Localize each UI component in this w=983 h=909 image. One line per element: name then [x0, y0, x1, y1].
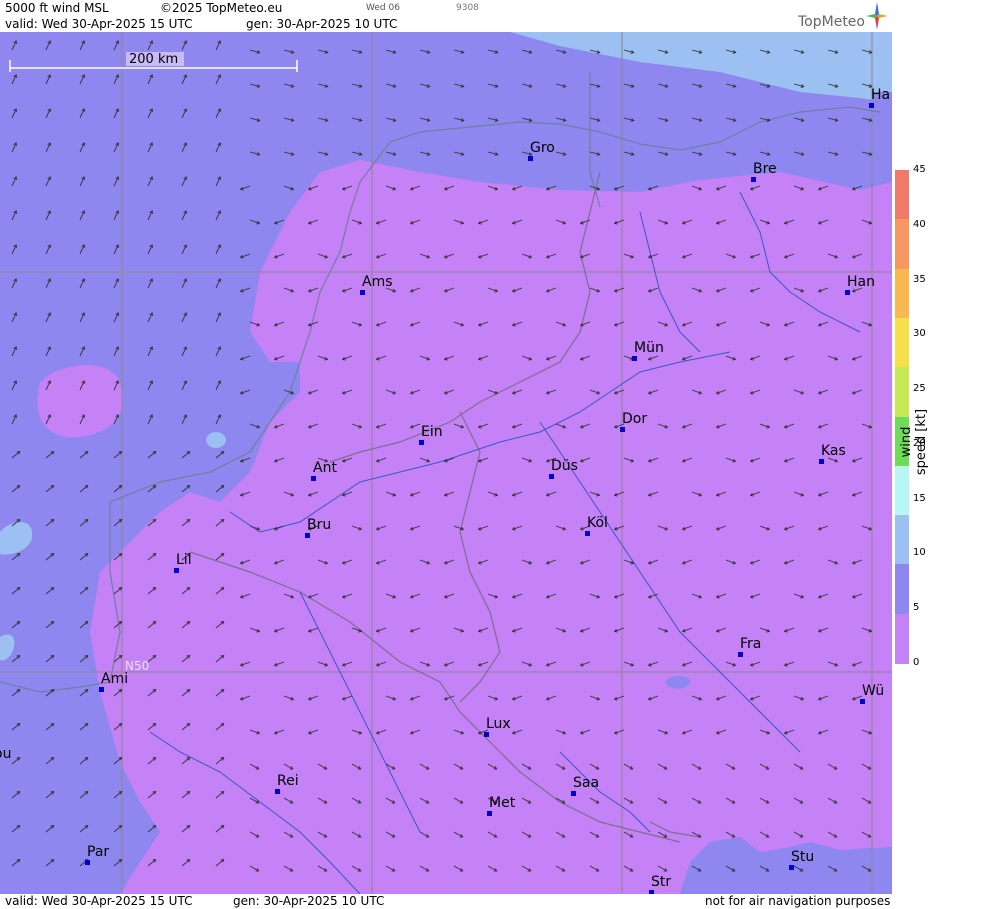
legend-tick-label: 40 [913, 218, 926, 230]
topmeteo-logo-text: TopMeteo [798, 14, 865, 30]
city-label: Wü [862, 683, 885, 699]
legend-unit-label: wind speed [kt] [899, 408, 929, 476]
legend-band [895, 515, 909, 566]
copyright-text: ©2025 TopMeteo.eu [160, 1, 283, 15]
city-dot [305, 533, 310, 538]
city-dot [860, 699, 865, 704]
city-dot [845, 290, 850, 295]
map-footer: valid: Wed 30-Apr-2025 15 UTC gen: 30-Ap… [0, 894, 892, 909]
city-label: Rei [277, 773, 299, 789]
legend-tick-label: 0 [913, 657, 920, 668]
legend-band [895, 564, 909, 615]
legend-band [895, 268, 909, 319]
legend-tick-label: 45 [913, 164, 926, 175]
city-dot [869, 103, 874, 108]
compass-icon [866, 2, 888, 30]
city-dot [819, 459, 824, 464]
generated-time: gen: 30-Apr-2025 10 UTC [246, 17, 398, 31]
city-dot [275, 789, 280, 794]
footer-generated-time: gen: 30-Apr-2025 10 UTC [233, 894, 385, 908]
city-label: Lil [176, 552, 192, 568]
disclaimer-text: not for air navigation purposes [705, 894, 891, 908]
city-label: Mün [634, 340, 664, 356]
city-label: Ami [101, 671, 129, 687]
legend-tick-label: 25 [913, 383, 926, 395]
legend-tick-label: 5 [913, 602, 920, 614]
city-dot [751, 177, 756, 182]
latitude-label: N50 [125, 659, 150, 673]
wind-map[interactable]: 200 km N50 Ha Gro Bre Ams Han Mün Ein Do… [0, 32, 892, 894]
city-dot [360, 290, 365, 295]
city-label: Ein [421, 424, 443, 440]
city-label: Düs [551, 458, 578, 474]
city-label: Fra [740, 636, 762, 652]
legend-tick-label: 35 [913, 273, 926, 285]
city-label: Stu [791, 849, 815, 865]
city-label: Ha [871, 87, 891, 103]
city-dot [789, 865, 794, 870]
city-label: Han [847, 274, 875, 290]
city-label: Bru [307, 517, 332, 533]
city-dot [585, 531, 590, 536]
city-dot [487, 811, 492, 816]
legend-tick-label: 30 [913, 328, 926, 340]
city-label: ou [0, 746, 12, 762]
city-label: Str [651, 874, 672, 890]
legend-band [895, 170, 909, 221]
city-dot [620, 427, 625, 432]
run-day-label: Wed 06 [366, 3, 400, 13]
city-label: Gro [530, 140, 555, 156]
city-dot [571, 791, 576, 796]
map-header: 5000 ft wind MSL ©2025 TopMeteo.eu Wed 0… [0, 0, 892, 32]
legend-tick-label: 15 [913, 492, 926, 504]
city-label: Kas [821, 443, 846, 459]
scale-label: 200 km [129, 52, 179, 67]
city-label: Bre [753, 161, 777, 177]
valid-time: valid: Wed 30-Apr-2025 15 UTC [5, 17, 193, 31]
city-label: Ant [313, 460, 337, 476]
city-dot [632, 356, 637, 361]
product-title: 5000 ft wind MSL [5, 1, 109, 15]
wind-speed-legend: 45 40 35 30 25 20 15 10 5 0 wind speed [kt] [893, 0, 983, 909]
city-label: Ams [362, 274, 393, 290]
city-dot [99, 687, 104, 692]
city-dot [419, 440, 424, 445]
city-label: Met [489, 795, 516, 811]
city-dot [484, 732, 489, 737]
city-dot [549, 474, 554, 479]
city-dot [85, 860, 90, 865]
city-dot [174, 568, 179, 573]
legend-band [895, 317, 909, 369]
city-label: Saa [573, 775, 600, 791]
city-label: Lux [486, 716, 511, 732]
city-dot [311, 476, 316, 481]
city-label: Köl [587, 515, 608, 531]
run-code-label: 9308 [456, 3, 479, 13]
footer-valid-time: valid: Wed 30-Apr-2025 15 UTC [5, 894, 193, 908]
legend-band [895, 613, 909, 664]
city-label: Par [87, 844, 110, 860]
city-label: Dor [622, 411, 648, 427]
city-dot [738, 652, 743, 657]
legend-tick-label: 10 [913, 547, 926, 559]
city-dot [528, 156, 533, 161]
legend-band [895, 219, 909, 270]
